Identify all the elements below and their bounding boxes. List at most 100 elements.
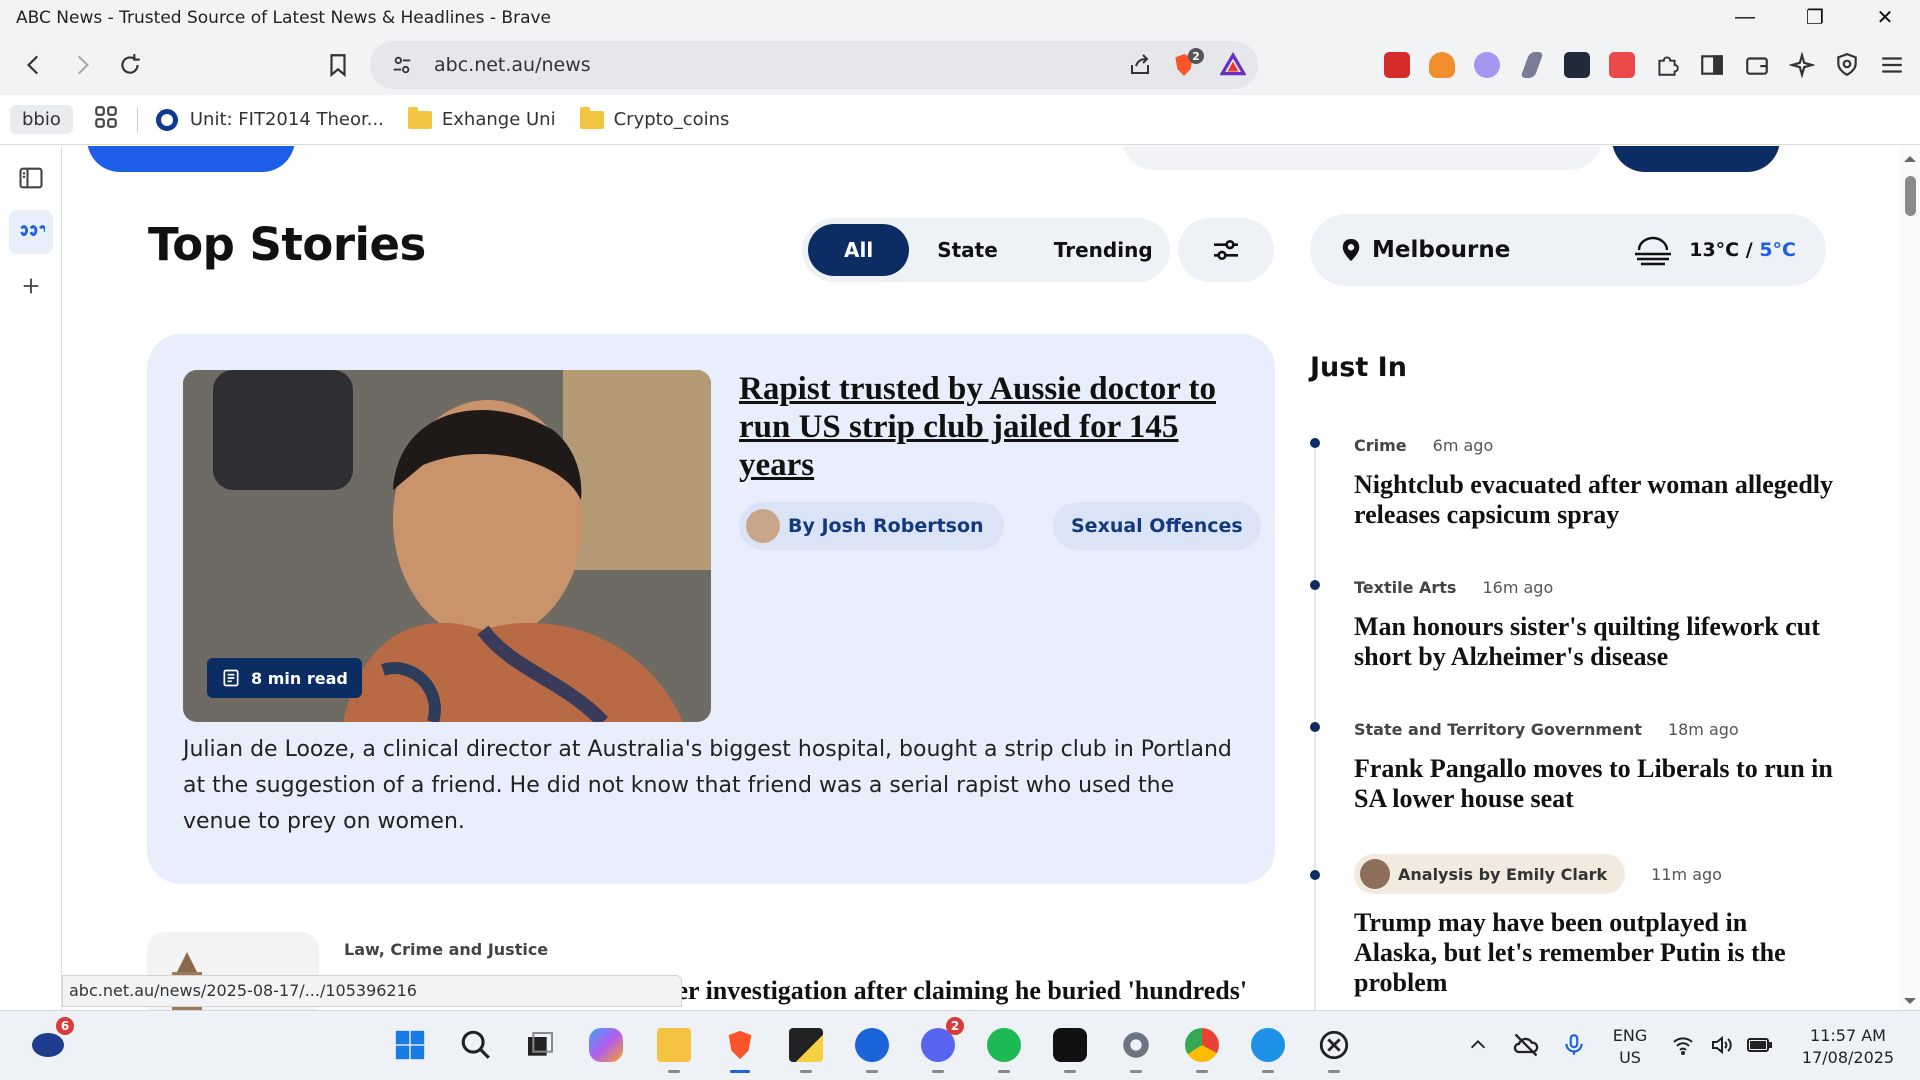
red-extension-icon[interactable] <box>1599 43 1644 88</box>
language-indicator[interactable]: ENG US <box>1602 1025 1658 1069</box>
chrome-icon[interactable] <box>1180 1023 1224 1073</box>
site-settings-icon[interactable] <box>382 54 422 76</box>
reload-button[interactable] <box>108 43 152 87</box>
volume-icon[interactable] <box>1704 1023 1738 1067</box>
abc-tab-button[interactable] <box>9 210 53 254</box>
sliders-icon <box>1214 240 1238 260</box>
story-image[interactable]: 8 min read <box>183 370 711 722</box>
minimize-button[interactable]: — <box>1710 0 1780 35</box>
terminal-app-icon[interactable] <box>1048 1023 1092 1073</box>
url-text[interactable]: abc.net.au/news <box>434 54 1120 76</box>
sticky-notes-icon[interactable] <box>784 1023 828 1073</box>
running-indicator <box>932 1070 944 1073</box>
just-in-title: Just In <box>1310 352 1407 383</box>
abc-news-logo[interactable] <box>87 146 295 172</box>
just-in-category[interactable]: State and Territory Government <box>1354 720 1642 739</box>
afl-app-icon[interactable]: 6 <box>26 1017 74 1067</box>
add-panel-button[interactable] <box>9 264 53 308</box>
bookmark-crypto-coins[interactable]: Crypto_coins <box>579 106 729 130</box>
clock[interactable]: 11:57 AM 17/08/2025 <box>1790 1025 1906 1069</box>
sidebar-toggle-icon[interactable] <box>1689 43 1734 88</box>
second-story-headline[interactable]: der investigation after claiming he buri… <box>662 976 1247 1006</box>
just-in-category[interactable]: Crime <box>1354 436 1407 455</box>
metamask-icon[interactable] <box>1419 43 1464 88</box>
microphone-icon[interactable] <box>1552 1023 1596 1067</box>
brave-browser-icon[interactable] <box>718 1023 762 1073</box>
forward-button[interactable] <box>60 43 104 87</box>
spotify-icon[interactable] <box>982 1023 1026 1073</box>
wallet-icon[interactable] <box>1734 43 1779 88</box>
network-app-icon[interactable] <box>850 1023 894 1073</box>
start-button[interactable] <box>388 1023 432 1067</box>
password-manager-icon[interactable] <box>1374 43 1419 88</box>
brave-shields-icon[interactable]: 2 <box>1160 48 1208 78</box>
main-story-card[interactable]: 8 min read Rapist trusted by Aussie doct… <box>147 334 1275 884</box>
battery-icon[interactable] <box>1742 1023 1776 1067</box>
settings-gear-icon[interactable] <box>1114 1023 1158 1073</box>
just-in-meta: Textile Arts 16m ago <box>1354 578 1553 597</box>
filter-settings-button[interactable] <box>1178 218 1274 282</box>
analysis-author-chip[interactable]: Analysis by Emily Clark <box>1354 854 1626 894</box>
just-in-time: 6m ago <box>1432 436 1494 455</box>
vpn-shield-icon[interactable] <box>1824 43 1869 88</box>
file-explorer-icon[interactable] <box>652 1023 696 1073</box>
leo-ai-icon[interactable] <box>1779 43 1824 88</box>
web-page: Top Stories All State Trending Melbourne… <box>62 146 1900 1010</box>
phantom-icon[interactable] <box>1464 43 1509 88</box>
just-in-time: 11m ago <box>1651 864 1722 884</box>
author-name: By Josh Robertson <box>788 515 984 537</box>
scroll-thumb[interactable] <box>1905 176 1916 216</box>
just-in-headline[interactable]: Nightclub evacuated after woman allegedl… <box>1354 470 1834 530</box>
tray-chevron-icon[interactable] <box>1456 1023 1500 1067</box>
reload-icon <box>121 54 140 74</box>
back-button[interactable] <box>12 43 56 87</box>
second-story-category[interactable]: Law, Crime and Justice <box>344 940 548 959</box>
bookmark-icon <box>330 54 346 78</box>
bookmark-button[interactable] <box>316 43 360 87</box>
close-button[interactable]: ✕ <box>1850 0 1920 35</box>
extensions-puzzle-icon[interactable] <box>1644 43 1689 88</box>
author-chip[interactable]: By Josh Robertson <box>739 502 1004 550</box>
share-icon[interactable] <box>1120 53 1160 77</box>
menu-icon[interactable] <box>1869 43 1914 88</box>
just-in-category[interactable]: Textile Arts <box>1354 578 1456 597</box>
onedrive-offline-icon[interactable] <box>1504 1023 1548 1067</box>
scroll-down-icon[interactable] <box>1900 994 1920 1008</box>
just-in-headline[interactable]: Frank Pangallo moves to Liberals to run … <box>1354 754 1834 814</box>
react-devtools-icon[interactable] <box>1554 43 1599 88</box>
discord-icon[interactable]: 2 <box>916 1017 964 1073</box>
page-scrollbar[interactable] <box>1900 146 1920 1010</box>
profile-chip[interactable]: bbio <box>10 105 73 134</box>
scroll-up-icon[interactable] <box>1900 152 1920 166</box>
task-view-button[interactable] <box>518 1023 562 1067</box>
docker-icon[interactable] <box>1246 1023 1290 1073</box>
running-indicator <box>800 1070 812 1073</box>
just-in-headline[interactable]: Trump may have been outplayed in Alaska,… <box>1354 908 1834 998</box>
sidebar-panel-button[interactable] <box>9 156 53 200</box>
sign-in-button[interactable] <box>1612 146 1780 172</box>
topic-chip[interactable]: Sexual Offences <box>1053 502 1261 550</box>
wifi-icon[interactable] <box>1666 1023 1700 1067</box>
weather-widget[interactable]: Melbourne 13°C / 5°C <box>1310 214 1826 286</box>
brave-rewards-icon[interactable] <box>1208 52 1258 78</box>
filter-all-button[interactable]: All <box>808 224 910 276</box>
restore-button[interactable]: ❐ <box>1780 0 1850 35</box>
running-indicator <box>1262 1070 1274 1073</box>
bookmark-exhange-uni[interactable]: Exhange Uni <box>407 106 556 130</box>
feather-extension-icon[interactable] <box>1509 43 1554 88</box>
bookmark-fit2014[interactable]: Unit: FIT2014 Theor... <box>155 108 384 131</box>
weather-temps: 13°C / 5°C <box>1689 239 1796 261</box>
filter-state-button[interactable]: State <box>909 224 1026 276</box>
address-bar[interactable]: abc.net.au/news 2 <box>370 41 1258 89</box>
bookmark-label: Unit: FIT2014 Theor... <box>189 109 384 130</box>
story-headline-link[interactable]: Rapist trusted by Aussie doctor to run U… <box>739 370 1239 484</box>
copilot-icon[interactable] <box>584 1023 628 1067</box>
apps-grid-icon[interactable] <box>93 104 119 135</box>
folder-icon <box>407 106 432 129</box>
site-search-input[interactable] <box>1122 146 1602 170</box>
search-button[interactable] <box>454 1023 498 1067</box>
openai-icon[interactable] <box>1312 1023 1356 1073</box>
just-in-headline[interactable]: Man honours sister's quilting lifework c… <box>1354 612 1834 672</box>
filter-trending-button[interactable]: Trending <box>1026 224 1181 276</box>
section-title: Top Stories <box>148 218 426 271</box>
